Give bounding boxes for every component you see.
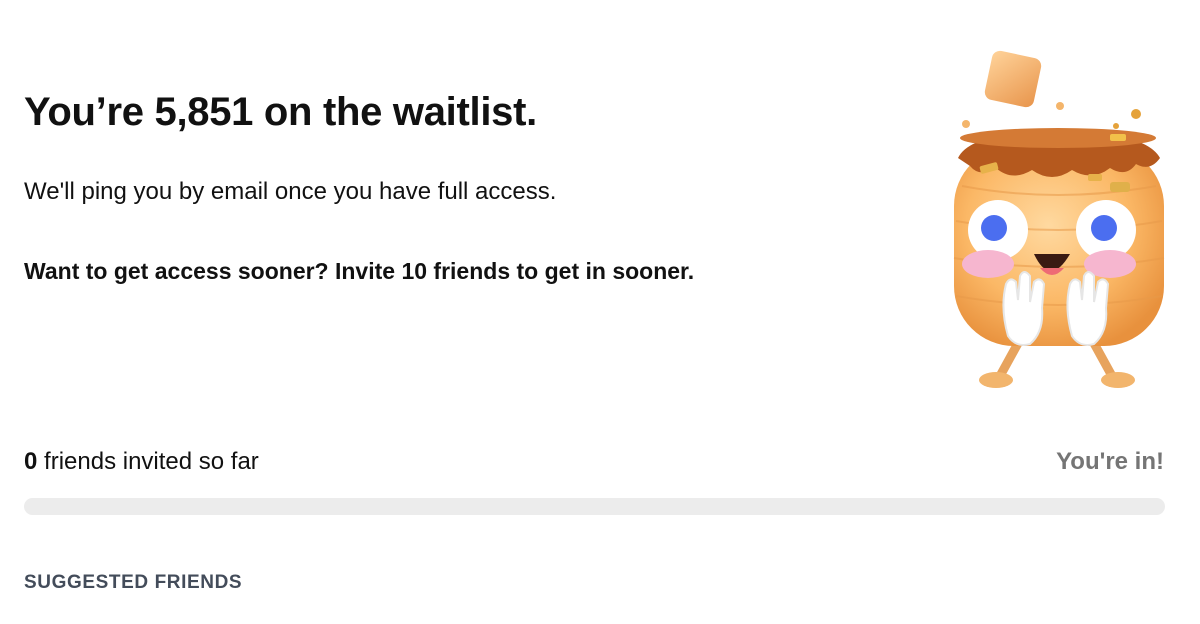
suggested-friends-heading: SUGGESTED FRIENDS — [24, 572, 243, 593]
invite-cta-text: Want to get access sooner? Invite 10 fri… — [24, 258, 695, 284]
friends-invited-counter: 0 friends invited so far — [24, 446, 259, 478]
invited-label: friends invited so far — [37, 448, 259, 475]
waitlist-page: You’re 5,851 on the waitlist. We'll ping… — [0, 0, 1200, 624]
invited-count: 0 — [24, 448, 38, 475]
waitlist-position-heading: You’re 5,851 on the waitlist. — [24, 90, 537, 134]
invite-progress-bar — [24, 498, 1165, 515]
goal-label: You're in! — [1056, 448, 1164, 475]
email-notice-text: We'll ping you by email once you have fu… — [24, 178, 557, 205]
pancake-mascot-icon — [953, 50, 1165, 388]
